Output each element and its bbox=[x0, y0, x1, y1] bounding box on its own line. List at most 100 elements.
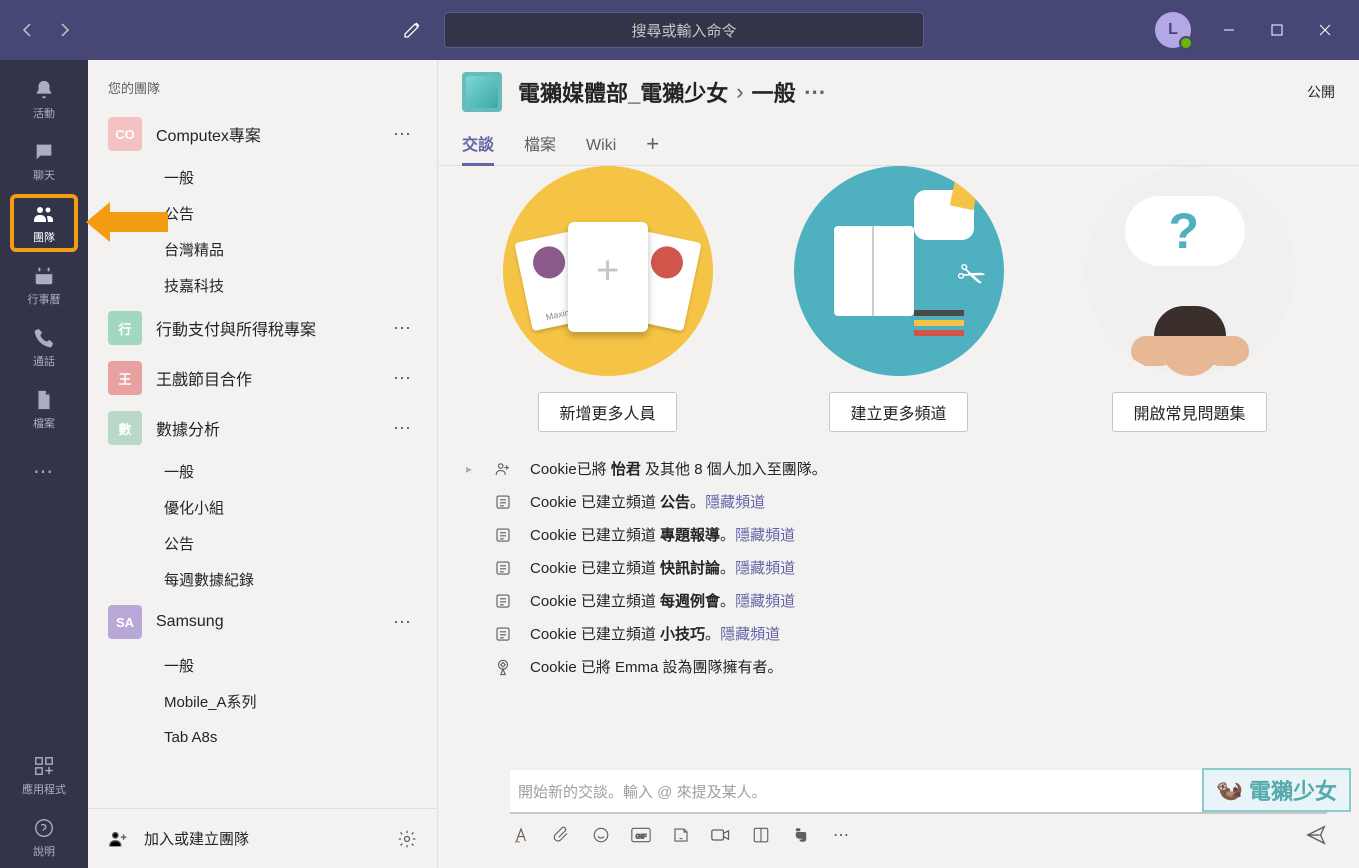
system-event-row: Cookie 已建立頻道 公告。隱藏頻道 bbox=[462, 485, 1335, 518]
team-row[interactable]: 王 王戲節目合作 ⋯ bbox=[100, 353, 425, 403]
rail-teams[interactable]: 團隊 bbox=[0, 192, 88, 254]
tab-files[interactable]: 檔案 bbox=[524, 131, 556, 165]
back-button[interactable] bbox=[12, 14, 44, 46]
evernote-icon[interactable] bbox=[790, 824, 812, 846]
feed[interactable]: 新增更多人員 ✂ 建立更多頻道 ? 開啟常見問題集 ▸ bbox=[438, 166, 1359, 758]
sticker-icon[interactable] bbox=[670, 824, 692, 846]
channel-row[interactable]: Mobile_A系列 bbox=[108, 683, 417, 719]
card-create-channels: ✂ 建立更多頻道 bbox=[794, 166, 1004, 432]
maximize-button[interactable] bbox=[1255, 12, 1299, 48]
attach-icon[interactable] bbox=[550, 824, 572, 846]
channel-tabs: 交談 檔案 Wiki + bbox=[438, 124, 1359, 166]
forward-button[interactable] bbox=[48, 14, 80, 46]
welcome-cards: 新增更多人員 ✂ 建立更多頻道 ? 開啟常見問題集 bbox=[462, 166, 1335, 452]
content-header: 電獺媒體部_電獺少女 › 一般 ⋯ 公開 bbox=[438, 60, 1359, 124]
nav-arrows bbox=[12, 14, 80, 46]
channel-row[interactable]: 一般 bbox=[108, 647, 417, 683]
channel-row[interactable]: Tab A8s bbox=[108, 719, 417, 755]
tab-wiki[interactable]: Wiki bbox=[586, 137, 616, 165]
channel-more-icon[interactable]: ⋯ bbox=[804, 79, 826, 105]
rail-label: 通話 bbox=[33, 353, 55, 369]
content-area: 電獺媒體部_電獺少女 › 一般 ⋯ 公開 交談 檔案 Wiki + 新增更多人員 bbox=[438, 60, 1359, 868]
team-tile: 王 bbox=[108, 361, 142, 395]
illustration-faq: ? bbox=[1085, 166, 1295, 376]
rail-label: 活動 bbox=[33, 105, 55, 121]
channel-row[interactable]: 技嘉科技 bbox=[108, 267, 417, 303]
bell-icon bbox=[31, 77, 57, 103]
rail-label: 應用程式 bbox=[22, 781, 66, 797]
create-channels-button[interactable]: 建立更多頻道 bbox=[829, 392, 967, 432]
more-actions-icon[interactable]: ⋯ bbox=[830, 824, 852, 846]
emoji-icon[interactable] bbox=[590, 824, 612, 846]
meet-now-icon[interactable] bbox=[710, 824, 732, 846]
search-input[interactable]: 搜尋或輸入命令 bbox=[444, 12, 924, 48]
rail-calls[interactable]: 通話 bbox=[0, 316, 88, 378]
channel-row[interactable]: 一般 bbox=[108, 453, 417, 489]
team-more-icon[interactable]: ⋯ bbox=[387, 318, 417, 339]
hide-channel-link[interactable]: 隱藏頻道 bbox=[735, 593, 795, 610]
rail-files[interactable]: 檔案 bbox=[0, 378, 88, 440]
team-row[interactable]: 數 數據分析 ⋯ bbox=[100, 403, 425, 453]
settings-gear-icon[interactable] bbox=[397, 829, 417, 849]
channel-row[interactable]: 每週數據紀錄 bbox=[108, 561, 417, 597]
team-tile: CO bbox=[108, 117, 142, 151]
minimize-button[interactable] bbox=[1207, 12, 1251, 48]
event-text: Cookie已將 怡君 及其他 8 個人加入至團隊。 bbox=[530, 458, 827, 479]
rail-calendar[interactable]: 行事曆 bbox=[0, 254, 88, 316]
rail-more[interactable]: ⋯ bbox=[0, 440, 88, 502]
team-more-icon[interactable]: ⋯ bbox=[387, 368, 417, 389]
faq-button[interactable]: 開啟常見問題集 bbox=[1112, 392, 1266, 432]
stream-icon[interactable] bbox=[750, 824, 772, 846]
team-name: Samsung bbox=[156, 613, 373, 631]
hide-channel-link[interactable]: 隱藏頻道 bbox=[735, 527, 795, 544]
event-text: Cookie 已建立頻道 專題報導。隱藏頻道 bbox=[530, 524, 795, 545]
rail-chat[interactable]: 聊天 bbox=[0, 130, 88, 192]
rail-label: 說明 bbox=[33, 843, 55, 859]
team-avatar bbox=[462, 72, 502, 112]
channel-row[interactable]: 一般 bbox=[108, 159, 417, 195]
breadcrumb-team[interactable]: 電獺媒體部_電獺少女 bbox=[518, 76, 728, 108]
titlebar: 搜尋或輸入命令 L bbox=[0, 0, 1359, 60]
app-rail: 活動 聊天 團隊 行事曆 通話 檔案 ⋯ bbox=[0, 60, 88, 868]
new-chat-button[interactable] bbox=[392, 10, 432, 50]
rail-activity[interactable]: 活動 bbox=[0, 68, 88, 130]
team-row[interactable]: SA Samsung ⋯ bbox=[100, 597, 425, 647]
file-icon bbox=[31, 387, 57, 413]
team-name: 行動支付與所得稅專案 bbox=[156, 316, 373, 340]
system-event-row: Cookie 已建立頻道 快訊討論。隱藏頻道 bbox=[462, 551, 1335, 584]
add-people-button[interactable]: 新增更多人員 bbox=[538, 392, 676, 432]
hide-channel-link[interactable]: 隱藏頻道 bbox=[705, 494, 765, 511]
channel-row[interactable]: 優化小組 bbox=[108, 489, 417, 525]
close-button[interactable] bbox=[1303, 12, 1347, 48]
apps-icon bbox=[31, 753, 57, 779]
tab-posts[interactable]: 交談 bbox=[462, 131, 494, 165]
event-text: Cookie 已將 Emma 設為團隊擁有者。 bbox=[530, 656, 783, 677]
team-row[interactable]: CO Computex專案 ⋯ bbox=[100, 109, 425, 159]
card-faq: ? 開啟常見問題集 bbox=[1085, 166, 1295, 432]
breadcrumb-channel[interactable]: 一般 bbox=[752, 76, 796, 108]
rail-help[interactable]: 說明 bbox=[0, 806, 88, 868]
system-event-row: Cookie 已建立頻道 小技巧。隱藏頻道 bbox=[462, 617, 1335, 650]
hide-channel-link[interactable]: 隱藏頻道 bbox=[735, 560, 795, 577]
format-icon[interactable] bbox=[510, 824, 532, 846]
channel-row[interactable]: 公告 bbox=[108, 525, 417, 561]
join-create-label[interactable]: 加入或建立團隊 bbox=[144, 828, 249, 849]
system-event-row: ▸ Cookie已將 怡君 及其他 8 個人加入至團隊。 bbox=[462, 452, 1335, 485]
team-more-icon[interactable]: ⋯ bbox=[387, 612, 417, 633]
user-avatar[interactable]: L bbox=[1155, 12, 1191, 48]
rail-apps[interactable]: 應用程式 bbox=[0, 744, 88, 806]
card-add-people: 新增更多人員 bbox=[503, 166, 713, 432]
team-more-icon[interactable]: ⋯ bbox=[387, 418, 417, 439]
gif-icon[interactable]: GIF bbox=[630, 824, 652, 846]
team-more-icon[interactable]: ⋯ bbox=[387, 124, 417, 145]
avatar-initial: L bbox=[1168, 21, 1178, 39]
add-tab-button[interactable]: + bbox=[646, 131, 659, 165]
team-row[interactable]: 行 行動支付與所得稅專案 ⋯ bbox=[100, 303, 425, 353]
expand-chevron-icon[interactable]: ▸ bbox=[466, 462, 472, 476]
send-button[interactable] bbox=[1305, 824, 1327, 846]
hide-channel-link[interactable]: 隱藏頻道 bbox=[720, 626, 780, 643]
event-icon bbox=[492, 493, 514, 511]
team-name: Computex專案 bbox=[156, 122, 373, 146]
event-icon bbox=[492, 526, 514, 544]
team-tile: 行 bbox=[108, 311, 142, 345]
